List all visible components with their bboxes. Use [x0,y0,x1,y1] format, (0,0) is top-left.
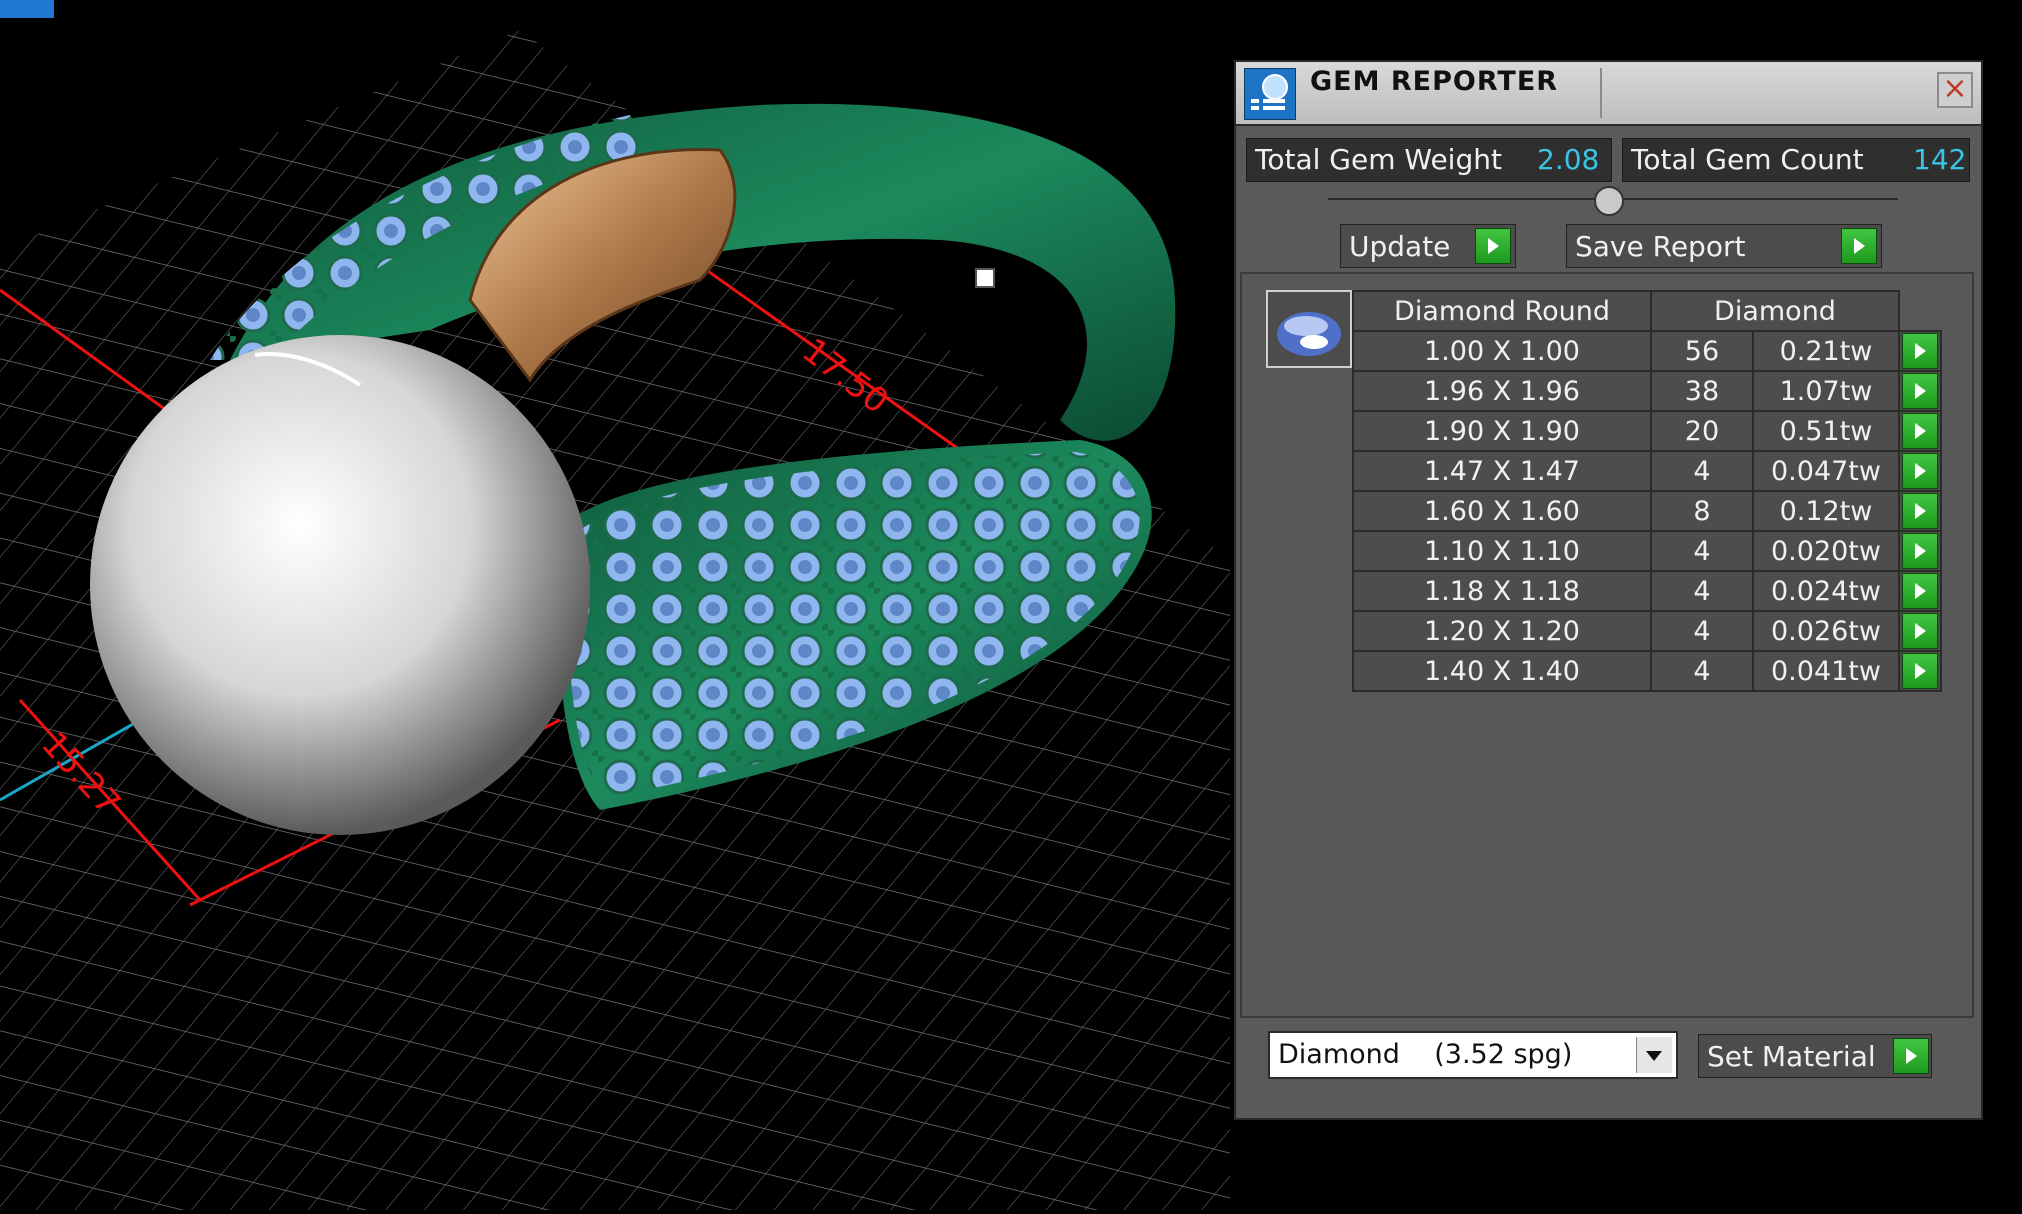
update-button-label: Update [1349,230,1451,263]
gem-size: 1.20 X 1.20 [1352,610,1652,652]
gem-weight: 0.21tw [1751,330,1901,372]
go-arrow-icon[interactable] [1902,533,1938,569]
gem-size: 1.10 X 1.10 [1352,530,1652,572]
gem-count: 4 [1650,530,1754,572]
splitter-handle[interactable] [1594,186,1624,216]
gem-size: 1.47 X 1.47 [1352,450,1652,492]
gem-size: 1.96 X 1.96 [1352,370,1652,412]
column-header-shape: Diamond Round [1352,290,1652,332]
total-gem-count-value: 142 [1913,143,1967,176]
gem-list-area: Diamond Round Diamond 1.00 X 1.00 56 0.2… [1240,272,1974,1018]
total-gem-count-label: Total Gem Count [1631,143,1864,176]
gem-count: 4 [1650,450,1754,492]
panel-titlebar[interactable]: GEM REPORTER × [1236,62,1981,126]
update-button[interactable]: Update [1340,224,1516,268]
table-row[interactable]: 1.47 X 1.47 4 0.047tw [1352,450,1942,492]
gem-size: 1.00 X 1.00 [1352,330,1652,372]
gem-size: 1.90 X 1.90 [1352,410,1652,452]
go-arrow-icon[interactable] [1902,373,1938,409]
set-material-button[interactable]: Set Material [1698,1034,1932,1078]
set-material-button-label: Set Material [1707,1040,1876,1073]
ring-render: 17.50 15.27 [0,30,1230,1210]
gem-table: Diamond Round Diamond 1.00 X 1.00 56 0.2… [1352,290,1942,692]
go-arrow-icon[interactable] [1902,333,1938,369]
dropdown-arrow-icon[interactable] [1636,1037,1672,1073]
table-row[interactable]: 1.18 X 1.18 4 0.024tw [1352,570,1942,612]
gem-count: 4 [1650,570,1754,612]
gem-weight: 0.020tw [1751,530,1901,572]
panel-title: GEM REPORTER [1310,66,1559,97]
gem-reporter-icon [1244,68,1296,120]
table-row[interactable]: 1.10 X 1.10 4 0.020tw [1352,530,1942,572]
material-select-value: Diamond (3.52 spg) [1278,1039,1573,1070]
go-arrow-icon[interactable] [1893,1038,1929,1074]
gem-size: 1.18 X 1.18 [1352,570,1652,612]
gem-count: 56 [1650,330,1754,372]
column-header-material: Diamond [1650,290,1900,332]
table-row[interactable]: 1.60 X 1.60 8 0.12tw [1352,490,1942,532]
transform-handle[interactable] [975,268,995,288]
total-gem-weight: Total Gem Weight 2.08 [1246,138,1612,182]
3d-viewport[interactable]: 17.50 15.27 [0,0,1230,1210]
go-arrow-icon[interactable] [1902,413,1938,449]
gem-count: 4 [1650,650,1754,692]
gem-reporter-panel: GEM REPORTER × Total Gem Weight 2.08 Tot… [1234,60,1983,1120]
gem-count: 20 [1650,410,1754,452]
table-row[interactable]: 1.20 X 1.20 4 0.026tw [1352,610,1942,652]
go-arrow-icon[interactable] [1902,573,1938,609]
material-select[interactable]: Diamond (3.52 spg) [1268,1031,1678,1079]
total-gem-weight-value: 2.08 [1537,143,1600,176]
table-row[interactable]: 1.96 X 1.96 38 1.07tw [1352,370,1942,412]
pearl [90,335,590,835]
total-gem-count: Total Gem Count 142 [1622,138,1970,182]
gem-weight: 0.51tw [1751,410,1901,452]
save-report-button[interactable]: Save Report [1566,224,1882,268]
gem-count: 8 [1650,490,1754,532]
save-report-button-label: Save Report [1575,230,1746,263]
gem-size: 1.60 X 1.60 [1352,490,1652,532]
go-arrow-icon[interactable] [1902,453,1938,489]
gem-thumbnail-icon[interactable] [1266,290,1352,368]
gem-weight: 1.07tw [1751,370,1901,412]
gem-weight: 0.026tw [1751,610,1901,652]
table-row[interactable]: 1.90 X 1.90 20 0.51tw [1352,410,1942,452]
go-arrow-icon[interactable] [1902,613,1938,649]
close-icon[interactable]: × [1937,72,1973,108]
go-arrow-icon[interactable] [1841,228,1877,264]
gem-weight: 0.047tw [1751,450,1901,492]
gem-weight: 0.024tw [1751,570,1901,612]
gem-count: 4 [1650,610,1754,652]
gem-weight: 0.041tw [1751,650,1901,692]
table-row[interactable]: 1.40 X 1.40 4 0.041tw [1352,650,1942,692]
title-divider [1600,68,1602,118]
viewport-corner-icon[interactable] [0,0,54,18]
gem-size: 1.40 X 1.40 [1352,650,1652,692]
table-row[interactable]: 1.00 X 1.00 56 0.21tw [1352,330,1942,372]
gem-weight: 0.12tw [1751,490,1901,532]
go-arrow-icon[interactable] [1902,493,1938,529]
go-arrow-icon[interactable] [1902,653,1938,689]
total-gem-weight-label: Total Gem Weight [1255,143,1502,176]
go-arrow-icon[interactable] [1475,228,1511,264]
gem-count: 38 [1650,370,1754,412]
